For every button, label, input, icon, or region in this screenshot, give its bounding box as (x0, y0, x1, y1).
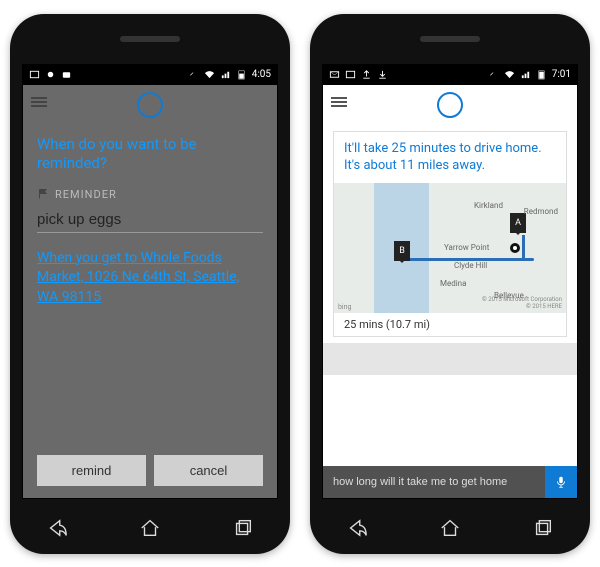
status-bar: 7:01 (323, 65, 577, 85)
status-bar: 4:05 (23, 65, 277, 85)
query-input-row (323, 466, 577, 498)
reminder-section-label: REMINDER (37, 188, 263, 201)
flag-icon (37, 188, 49, 200)
map-city-label: Yarrow Point (444, 243, 489, 252)
camera-icon (61, 69, 72, 80)
cancel-button[interactable]: cancel (154, 455, 263, 486)
map-city-label: Clyde Hill (454, 261, 487, 270)
image-icon (345, 69, 356, 80)
map-city-label: Redmond (524, 207, 558, 216)
travel-card: It'll take 25 minutes to drive home. It'… (333, 131, 567, 337)
route-map[interactable]: A B Kirkland Redmond Yarrow Point Clyde … (334, 183, 566, 313)
map-marker-b[interactable]: B (394, 241, 410, 261)
spacer (323, 343, 577, 375)
hamburger-menu-button[interactable] (331, 95, 347, 109)
wifi-icon (504, 69, 515, 80)
cortana-logo-icon[interactable] (137, 92, 163, 118)
map-destination-icon (510, 243, 520, 253)
microphone-button[interactable] (545, 466, 577, 498)
back-button[interactable] (46, 517, 68, 539)
signal-icon (520, 69, 531, 80)
phone-speaker (120, 36, 180, 42)
map-city-label: Medina (440, 279, 466, 288)
map-attribution: © 2015 Microsoft Corporation © 2015 HERE (482, 297, 562, 310)
travel-card-text: It'll take 25 minutes to drive home. It'… (334, 132, 566, 183)
signal-icon (220, 69, 231, 80)
screen-directions: 7:01 It'll take 25 minutes to drive home… (322, 64, 578, 499)
route-line (522, 235, 525, 261)
back-button[interactable] (346, 517, 368, 539)
home-button[interactable] (139, 517, 161, 539)
reminder-prompt: When do you want to be reminded? (37, 135, 263, 174)
mail-icon (329, 69, 340, 80)
remind-button[interactable]: remind (37, 455, 146, 486)
image-icon (29, 69, 40, 80)
silent-icon (488, 69, 499, 80)
voice-query-input[interactable] (323, 466, 545, 498)
app-bar (323, 85, 577, 125)
home-button[interactable] (439, 517, 461, 539)
phone-speaker (420, 36, 480, 42)
reminder-text-input[interactable] (37, 207, 263, 233)
screen-reminder: 4:05 When do you want to be reminded? RE… (22, 64, 278, 499)
download-icon (377, 69, 388, 80)
travel-summary-text: 25 mins (10.7 mi) (334, 313, 566, 336)
reminder-content: When do you want to be reminded? REMINDE… (23, 125, 277, 445)
map-city-label: Kirkland (474, 201, 503, 210)
wifi-icon (204, 69, 215, 80)
app-bar (23, 85, 277, 125)
bing-attribution: bing (338, 303, 351, 311)
recents-button[interactable] (532, 517, 554, 539)
hamburger-menu-button[interactable] (31, 95, 47, 109)
microphone-icon (554, 475, 568, 489)
reminder-location-link[interactable]: When you get to Whole Foods Market, 1026… (37, 249, 263, 308)
map-marker-a[interactable]: A (510, 213, 526, 233)
phone-right: 7:01 It'll take 25 minutes to drive home… (310, 14, 590, 554)
status-time: 7:01 (552, 69, 571, 80)
notification-icon (45, 69, 56, 80)
android-nav-bar (310, 517, 590, 539)
battery-icon (236, 69, 247, 80)
phone-left: 4:05 When do you want to be reminded? RE… (10, 14, 290, 554)
upload-icon (361, 69, 372, 80)
cortana-logo-icon[interactable] (437, 92, 463, 118)
silent-icon (188, 69, 199, 80)
status-time: 4:05 (252, 69, 271, 80)
recents-button[interactable] (232, 517, 254, 539)
button-row: remind cancel (23, 445, 277, 498)
battery-icon (536, 69, 547, 80)
android-nav-bar (10, 517, 290, 539)
